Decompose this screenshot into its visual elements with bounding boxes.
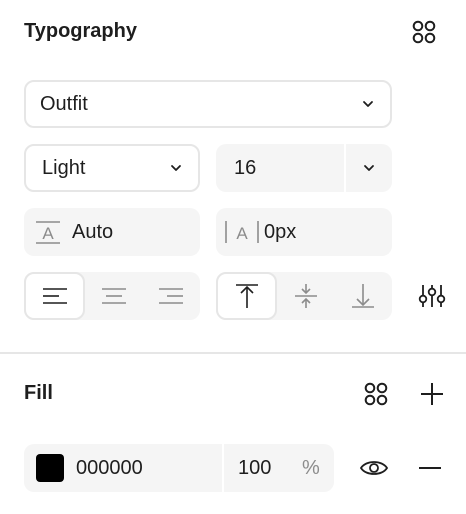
font-family-dropdown[interactable]: Outfit [24, 80, 392, 128]
plus-icon [421, 383, 443, 405]
line-height-field[interactable]: A Auto [24, 208, 200, 256]
typography-styles-button[interactable] [404, 12, 444, 52]
font-family-value: Outfit [40, 92, 88, 115]
type-settings-button[interactable] [412, 276, 452, 316]
align-top-icon [235, 284, 258, 308]
type-settings-icon [418, 285, 446, 307]
line-height-icon: A [34, 218, 62, 246]
letter-spacing-value: 0px [264, 220, 297, 243]
svg-text:A: A [42, 224, 54, 243]
fill-title: Fill [24, 382, 53, 404]
svg-text:A: A [236, 224, 248, 243]
align-left-icon [42, 288, 67, 304]
align-middle-button[interactable] [277, 272, 334, 320]
toggle-fill-visibility-button[interactable] [354, 448, 394, 488]
add-fill-button[interactable] [412, 374, 452, 414]
fill-divider [222, 444, 224, 492]
eye-icon [359, 461, 389, 475]
font-size-field: 16 [216, 144, 392, 192]
fill-styles-button[interactable] [356, 374, 396, 414]
align-right-icon [159, 288, 184, 304]
font-size-dropdown-button[interactable] [346, 144, 392, 192]
remove-fill-button[interactable] [410, 448, 450, 488]
align-center-button[interactable] [85, 272, 142, 320]
fill-color-field: 000000 100 % [24, 444, 334, 492]
color-swatch[interactable] [36, 454, 64, 482]
fill-opacity-input[interactable]: 100 [238, 457, 282, 480]
vertical-align-group [216, 272, 392, 320]
grid-styles-icon [364, 382, 388, 406]
chevron-down-icon [360, 96, 376, 112]
minus-icon [419, 467, 441, 469]
letter-spacing-field[interactable]: A 0px [216, 208, 392, 256]
opacity-unit: % [302, 456, 320, 479]
line-height-value: Auto [72, 220, 114, 243]
align-top-button[interactable] [216, 272, 278, 320]
chevron-down-icon [364, 165, 374, 171]
align-right-button[interactable] [143, 272, 200, 320]
font-size-input[interactable]: 16 [234, 157, 344, 180]
font-weight-dropdown[interactable]: Light [24, 144, 200, 192]
chevron-down-icon [168, 160, 184, 176]
align-middle-icon [294, 284, 317, 308]
letter-spacing-icon: A [222, 218, 262, 246]
align-center-icon [101, 288, 126, 304]
section-divider [0, 352, 466, 354]
align-bottom-icon [352, 284, 375, 308]
align-bottom-button[interactable] [335, 272, 392, 320]
grid-styles-icon [412, 20, 436, 44]
fill-hex-input[interactable]: 000000 [76, 457, 222, 480]
font-weight-value: Light [42, 156, 86, 179]
align-left-button[interactable] [24, 272, 86, 320]
text-align-group [24, 272, 200, 320]
typography-title: Typography [24, 20, 137, 42]
